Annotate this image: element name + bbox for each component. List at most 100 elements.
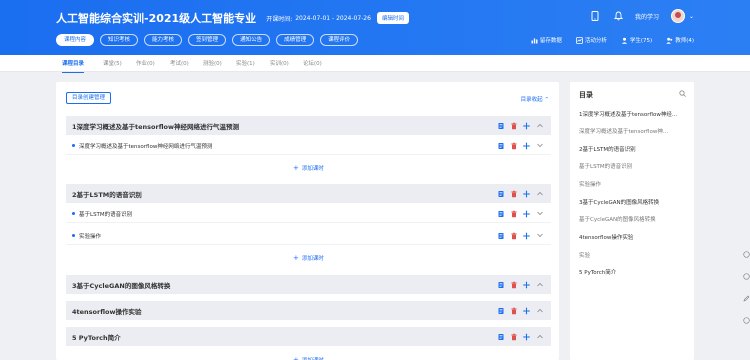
document-icon[interactable]	[497, 190, 504, 197]
nav-course-review[interactable]: 课程评价	[320, 34, 359, 46]
nav-knowledge-exam[interactable]: 知识考核	[100, 34, 139, 46]
help-icon[interactable]	[742, 272, 750, 280]
document-icon[interactable]	[497, 122, 504, 129]
add-lesson-button[interactable]: +添加课时	[66, 158, 551, 178]
lesson-row[interactable]: 实验操作	[66, 227, 551, 245]
add-lesson-label: 添加课时	[301, 166, 324, 172]
chapter-row[interactable]: 2基于LSTM的语音识别	[66, 184, 551, 203]
stat-teachers[interactable]: 教师(4)	[666, 36, 694, 44]
delete-icon[interactable]	[510, 333, 517, 340]
chevron-up-icon[interactable]	[536, 281, 543, 288]
chevron-up-icon: ⌃	[544, 97, 549, 103]
toc-lesson-item[interactable]: 实验	[579, 251, 689, 259]
nav-attendance[interactable]: 签到管理	[188, 34, 227, 46]
chapter-actions	[491, 307, 543, 314]
activity-icon	[575, 36, 583, 44]
course-nav: 课程内容 知识考核 能力考核 签到管理 通知公告 成绩管理 课程评价	[56, 34, 364, 46]
toc-chapter-item[interactable]: 4tensorflow操作实验	[579, 233, 689, 241]
search-icon[interactable]	[679, 90, 686, 99]
chevron-up-icon[interactable]	[536, 307, 543, 314]
document-icon[interactable]	[497, 307, 504, 314]
chevron-up-icon[interactable]	[536, 190, 543, 197]
tab-exam[interactable]: 考试(0)	[170, 59, 189, 67]
delete-icon[interactable]	[510, 142, 517, 149]
tab-classroom[interactable]: 课堂(5)	[103, 59, 122, 67]
delete-icon[interactable]	[510, 232, 517, 239]
top-header: 人工智能综合实训-2021级人工智能专业 开课时间: 2024-07-01 - …	[0, 0, 750, 55]
chevron-up-icon[interactable]	[536, 333, 543, 340]
stat-retention-label: 留存数据	[539, 38, 562, 44]
tab-homework[interactable]: 作业(0)	[136, 59, 155, 67]
nav-ability-exam[interactable]: 能力考核	[144, 34, 183, 46]
document-icon[interactable]	[497, 232, 504, 239]
document-icon[interactable]	[497, 281, 504, 288]
lesson-row[interactable]: 深度学习概述及基于tensorflow神经网络进行气温预测	[66, 137, 551, 155]
document-icon[interactable]	[497, 142, 504, 149]
chapter-row[interactable]: 3基于CycleGAN的图像风格转换	[66, 275, 551, 294]
delete-icon[interactable]	[510, 307, 517, 314]
my-learning-link[interactable]: 我的学习	[635, 12, 659, 21]
move-icon[interactable]	[523, 190, 530, 197]
toc-chapter-item[interactable]: 2基于LSTM的语音识别	[579, 145, 689, 153]
move-icon[interactable]	[523, 281, 530, 288]
chevron-down-icon[interactable]	[536, 232, 543, 239]
student-icon	[621, 37, 628, 44]
toc-lesson-item[interactable]: 实验操作	[579, 180, 689, 188]
add-lesson-button[interactable]: +添加课时	[66, 350, 551, 360]
lesson-row[interactable]: 基于LSTM的语音识别	[66, 205, 551, 223]
toc-chapter-item[interactable]: 5 PyTorch简介	[579, 268, 689, 276]
chapter-row[interactable]: 5 PyTorch简介	[66, 327, 551, 346]
collapse-label: 目录收起	[520, 97, 543, 103]
tab-experiment[interactable]: 实验(1)	[236, 59, 255, 67]
settings-icon[interactable]	[742, 316, 750, 324]
edit-icon[interactable]	[742, 294, 750, 302]
lesson-actions	[491, 232, 543, 239]
stat-students[interactable]: 学生(75)	[621, 36, 652, 44]
stat-activity[interactable]: 活动分析	[575, 36, 607, 44]
move-icon[interactable]	[523, 232, 530, 239]
avatar[interactable]	[670, 9, 685, 23]
nav-grades[interactable]: 成绩管理	[276, 34, 315, 46]
delete-icon[interactable]	[510, 190, 517, 197]
tab-training[interactable]: 实训(0)	[270, 59, 289, 67]
move-icon[interactable]	[523, 307, 530, 314]
phone-icon[interactable]	[589, 10, 601, 22]
tab-quiz[interactable]: 测验(0)	[203, 59, 222, 67]
chevron-up-icon[interactable]	[536, 122, 543, 129]
toc-chapter-item[interactable]: 3基于CycleGAN的图像风格转换	[579, 198, 689, 206]
chapter-actions	[491, 281, 543, 288]
move-icon[interactable]	[523, 333, 530, 340]
delete-icon[interactable]	[510, 122, 517, 129]
nav-announcements[interactable]: 通知公告	[232, 34, 271, 46]
teacher-icon	[666, 37, 673, 44]
feedback-icon[interactable]	[742, 250, 750, 258]
bell-icon[interactable]	[613, 10, 625, 22]
chevron-down-icon[interactable]	[536, 210, 543, 217]
catalog-collapse-button[interactable]: 目录收起 ⌃	[521, 95, 549, 103]
chevron-down-icon[interactable]: ⌄	[689, 13, 694, 20]
tab-forum[interactable]: 论坛(0)	[303, 59, 322, 67]
chapter-row[interactable]: 1深度学习概述及基于tensorflow神经网络进行气温预测	[66, 116, 551, 135]
chapter-row[interactable]: 4tensorflow操作实验	[66, 301, 551, 320]
delete-icon[interactable]	[510, 281, 517, 288]
move-icon[interactable]	[523, 210, 530, 217]
catalog-panel: 目录创建管理 目录收起 ⌃ 1深度学习概述及基于tensorflow神经网络进行…	[56, 82, 559, 360]
toc-chapter-item[interactable]: 1深度学习概述及基于tensorflow神经...	[579, 110, 689, 118]
stat-retention[interactable]: 留存数据	[531, 36, 562, 44]
title-row: 人工智能综合实训-2021级人工智能专业 开课时间: 2024-07-01 - …	[56, 10, 409, 26]
add-lesson-button[interactable]: +添加课时	[66, 248, 551, 268]
toc-lesson-item[interactable]: 深度学习概述及基于tensorflow神...	[579, 127, 689, 135]
toc-lesson-item[interactable]: 基于LSTM的语音识别	[579, 162, 689, 170]
delete-icon[interactable]	[510, 210, 517, 217]
chevron-down-icon[interactable]	[536, 142, 543, 149]
nav-course-content[interactable]: 课程内容	[56, 34, 95, 46]
tab-course-catalog[interactable]: 课程目录	[62, 59, 85, 73]
document-icon[interactable]	[497, 333, 504, 340]
move-icon[interactable]	[523, 122, 530, 129]
move-icon[interactable]	[523, 142, 530, 149]
document-icon[interactable]	[497, 210, 504, 217]
edit-time-button[interactable]: 编辑时间	[376, 12, 409, 24]
chapter-title: 1深度学习概述及基于tensorflow神经网络进行气温预测	[72, 122, 239, 131]
toc-lesson-item[interactable]: 基于CycleGAN的图像风格转换	[579, 215, 689, 223]
catalog-manage-button[interactable]: 目录创建管理	[66, 92, 112, 104]
